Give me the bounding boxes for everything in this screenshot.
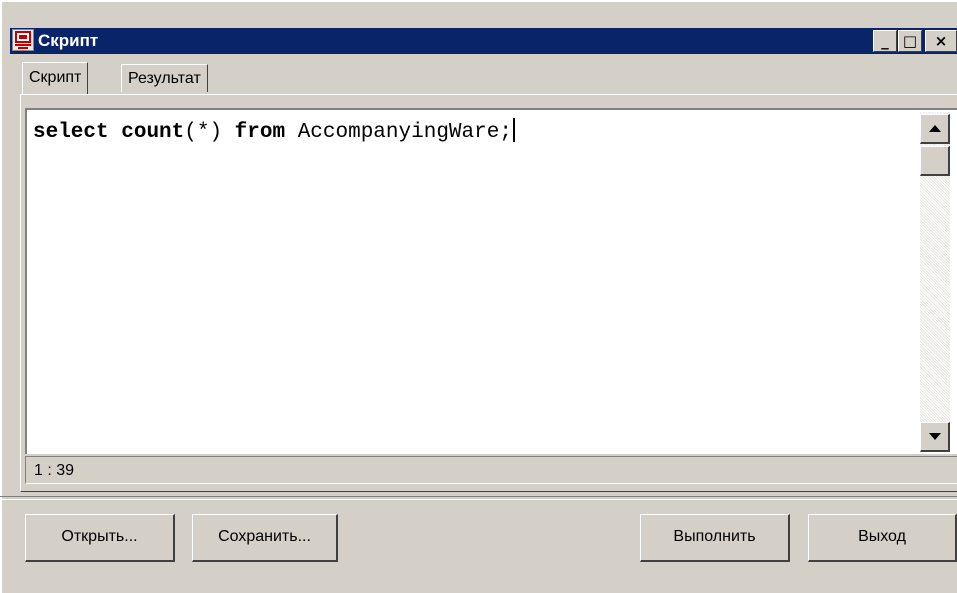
scroll-up-button[interactable]	[920, 114, 950, 144]
cursor-position: 1 : 39	[34, 462, 75, 479]
script-editor[interactable]: select count(*) from AccompanyingWare;	[25, 108, 957, 454]
maximize-button[interactable]: □	[898, 30, 922, 52]
save-button[interactable]: Сохранить...	[192, 514, 338, 562]
code-keyword-count: count	[121, 121, 185, 144]
divider	[0, 496, 957, 500]
run-button[interactable]: Выполнить	[640, 514, 790, 562]
code-table: AccompanyingWare;	[285, 121, 512, 144]
text-caret	[512, 118, 515, 142]
code-keyword-from: from	[234, 121, 286, 144]
status-bar: 1 : 39	[25, 456, 957, 484]
code-line: select count(*) from AccompanyingWare;	[33, 118, 515, 146]
window-title: Скрипт	[38, 31, 99, 50]
open-button[interactable]: Открыть...	[25, 514, 175, 562]
minimize-button[interactable]: _	[873, 30, 897, 52]
script-app-icon	[12, 29, 34, 51]
title-bar[interactable]	[10, 28, 957, 54]
tab-script[interactable]: Скрипт	[22, 62, 89, 94]
exit-button[interactable]: Выход	[808, 514, 957, 562]
code-args: (*)	[184, 121, 235, 144]
code-keyword-select: select	[33, 121, 109, 144]
scroll-down-button[interactable]	[920, 422, 950, 452]
arrow-up-icon	[929, 125, 941, 132]
tab-result[interactable]: Результат	[121, 64, 208, 92]
vertical-scrollbar[interactable]	[920, 112, 950, 452]
arrow-down-icon	[929, 433, 941, 440]
close-button[interactable]: ×	[925, 30, 957, 52]
scroll-thumb[interactable]	[920, 146, 950, 176]
